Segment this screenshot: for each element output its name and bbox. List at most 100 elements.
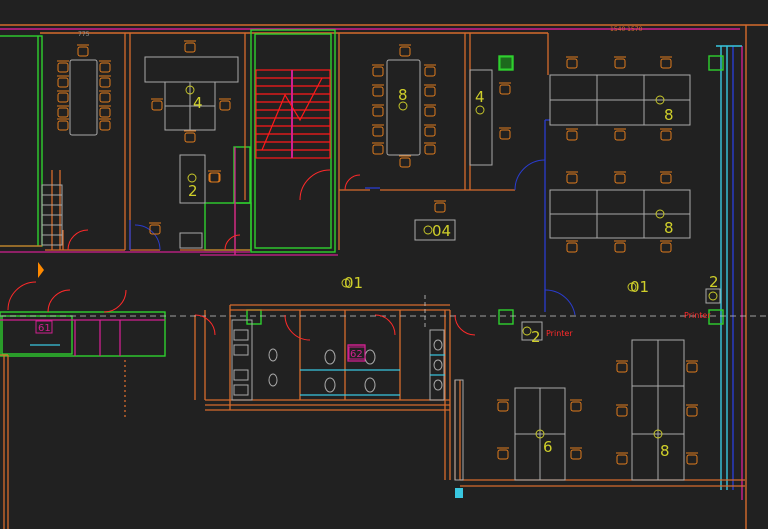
green-cores bbox=[0, 29, 724, 357]
label-storage: 4 bbox=[475, 88, 485, 106]
chair-icon bbox=[424, 104, 436, 117]
chair-icon bbox=[99, 75, 111, 88]
chair-icon bbox=[151, 98, 163, 111]
chair-icon bbox=[566, 128, 578, 141]
chair-icon bbox=[686, 360, 698, 373]
arrow-marker-icon bbox=[38, 262, 44, 278]
chair-icon bbox=[570, 447, 582, 460]
chair-icon bbox=[660, 56, 672, 69]
label-workstation-8: 8 bbox=[660, 442, 670, 460]
chair-icon bbox=[660, 171, 672, 184]
chair-icon bbox=[614, 128, 626, 141]
chair-icon bbox=[399, 44, 411, 57]
column-green-4 bbox=[246, 309, 262, 325]
dim-top-right: 1540 1570 bbox=[610, 26, 643, 33]
chair-icon bbox=[614, 56, 626, 69]
chair-icon bbox=[57, 90, 69, 103]
chair-icon bbox=[616, 360, 628, 373]
meeting-table-left bbox=[69, 59, 98, 136]
chair-icon bbox=[424, 124, 436, 137]
chair-icon bbox=[424, 64, 436, 77]
chair-icon bbox=[616, 404, 628, 417]
column-green-3 bbox=[498, 309, 514, 325]
chair-icon bbox=[99, 105, 111, 118]
left-room-bottom-green bbox=[0, 311, 166, 357]
chair-icon bbox=[99, 90, 111, 103]
furniture bbox=[41, 56, 721, 481]
dim-top-left: 775 bbox=[78, 31, 90, 38]
label-room-61: 61 bbox=[38, 323, 51, 334]
label-table-04: 04 bbox=[432, 222, 451, 240]
outer-walls bbox=[0, 24, 768, 529]
label-meeting-large: 8 bbox=[398, 86, 408, 104]
label-printer-left-num: 2 bbox=[531, 328, 541, 346]
label-zone-left: 01 bbox=[344, 274, 363, 292]
chair-icon bbox=[372, 142, 384, 155]
label-office-small: 2 bbox=[188, 182, 198, 200]
label-zone-right: 01 bbox=[630, 278, 649, 296]
storage-4 bbox=[469, 69, 493, 166]
chair-icon bbox=[372, 64, 384, 77]
chair-icon bbox=[99, 60, 111, 73]
label-workstation-mid: 8 bbox=[664, 219, 674, 237]
chair-icon bbox=[570, 399, 582, 412]
chair-icon bbox=[566, 56, 578, 69]
chair-icon bbox=[614, 171, 626, 184]
chair-icon bbox=[686, 452, 698, 465]
meeting-table-8 bbox=[386, 59, 421, 156]
chair-icon bbox=[566, 171, 578, 184]
chair-icon bbox=[184, 40, 196, 53]
small-core-green bbox=[204, 202, 252, 251]
chair-icon bbox=[219, 98, 231, 111]
chair-icon bbox=[566, 240, 578, 253]
printer-box-right bbox=[705, 288, 721, 304]
magenta-walls bbox=[0, 147, 366, 362]
chair-icon bbox=[660, 240, 672, 253]
chair-icon bbox=[686, 404, 698, 417]
chair-icon bbox=[184, 130, 196, 143]
dimension-text: 775 1540 1570 bbox=[78, 26, 643, 38]
label-meeting-small: 4 bbox=[193, 94, 203, 112]
floor-plan-canvas: 4 2 8 4 8 8 04 01 01 2 2 6 8 Printer Pri… bbox=[0, 24, 768, 529]
chair-icon bbox=[372, 104, 384, 117]
chair-icon bbox=[399, 155, 411, 168]
restroom-fixtures bbox=[268, 339, 443, 393]
chair-icon bbox=[424, 84, 436, 97]
chair-icon bbox=[99, 118, 111, 131]
label-room-62: 62 bbox=[350, 349, 363, 360]
chair-icon bbox=[57, 118, 69, 131]
label-printer-left: Printer bbox=[546, 329, 573, 338]
left-room-green bbox=[0, 35, 43, 247]
label-workstation-top: 8 bbox=[664, 106, 674, 124]
symbols bbox=[38, 56, 513, 498]
cyan-door-icon bbox=[455, 488, 463, 498]
chair-icon bbox=[77, 44, 89, 57]
chair-icon bbox=[372, 124, 384, 137]
chair-icon bbox=[424, 142, 436, 155]
chair-icon bbox=[499, 82, 511, 95]
shaft-green bbox=[233, 146, 251, 204]
label-workstation-6: 6 bbox=[543, 438, 553, 456]
blue-partitions bbox=[129, 119, 550, 312]
chair-icon bbox=[614, 240, 626, 253]
label-printer-right-num: 2 bbox=[709, 273, 719, 291]
chair-icon bbox=[497, 447, 509, 460]
chair-icon bbox=[57, 75, 69, 88]
label-printer-right: Printer bbox=[684, 311, 711, 320]
shelf-right bbox=[454, 379, 464, 481]
chair-icon bbox=[616, 452, 628, 465]
markers bbox=[185, 85, 718, 439]
kitchen-counter bbox=[231, 319, 253, 401]
printer-labels: Printer Printer bbox=[546, 311, 711, 338]
chair-icon bbox=[57, 105, 69, 118]
chair-icon bbox=[149, 222, 161, 235]
chair-icon bbox=[497, 399, 509, 412]
left-room-bottom-inner bbox=[1, 315, 73, 355]
staircase bbox=[255, 69, 331, 159]
chair-icon bbox=[372, 84, 384, 97]
desk-top-left bbox=[144, 56, 239, 83]
chair-icon bbox=[434, 200, 446, 213]
green-hatch-icon bbox=[499, 56, 513, 70]
room-tags: 61 62 bbox=[35, 320, 366, 360]
chair-icon bbox=[57, 60, 69, 73]
